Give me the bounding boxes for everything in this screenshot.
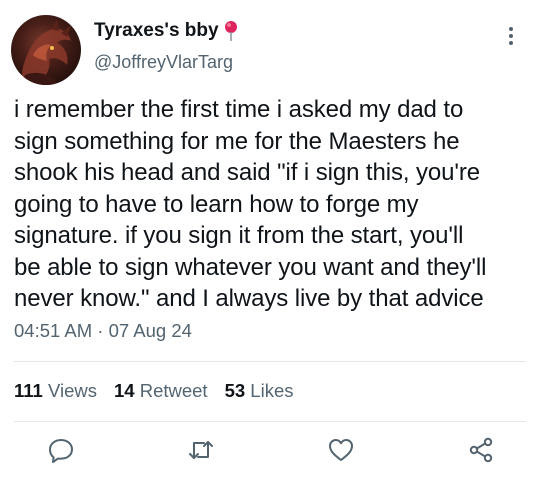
views-count: 111 (14, 380, 43, 401)
tweet-line: i remember the first time i asked my dad… (14, 96, 464, 123)
display-name-text: Tyraxes's bby (94, 20, 219, 41)
divider (14, 361, 526, 362)
pushpin-icon (223, 20, 239, 42)
share-icon[interactable] (467, 436, 495, 464)
action-bar (0, 436, 540, 472)
views-label: Views (47, 380, 97, 401)
tweet-text: i remember the first time i asked my dad… (14, 94, 530, 315)
views-stat[interactable]: 111 Views (14, 380, 97, 402)
retweet-label: Retweet (139, 380, 208, 401)
tweet-timestamp[interactable]: 04:51 AM · 07 Aug 24 (14, 320, 192, 342)
avatar[interactable] (11, 15, 81, 85)
tweet-line: be able to sign whatever you want and th… (14, 253, 487, 281)
reply-icon[interactable] (47, 436, 75, 464)
dragon-avatar-image (21, 19, 71, 85)
likes-stat[interactable]: 53 Likes (225, 380, 294, 402)
tweet-line: signature. if you sign it from the start… (14, 222, 464, 249)
retweet-icon[interactable] (187, 436, 215, 464)
retweet-stat[interactable]: 14 Retweet (114, 380, 208, 402)
retweet-count: 14 (113, 380, 135, 401)
tweet-line: sign something for me for the Maesters h… (14, 127, 460, 155)
author-handle[interactable]: @JoffreyVlarTarg (94, 52, 233, 73)
tweet-line: never know." and I always live by that a… (14, 285, 484, 312)
likes-label: Likes (250, 380, 294, 401)
divider (14, 421, 526, 422)
author-display-name[interactable]: Tyraxes's bby (94, 20, 239, 42)
heart-icon[interactable] (327, 436, 355, 464)
tweet-card: Tyraxes's bby @JoffreyVlarTarg i remembe… (0, 0, 540, 490)
likes-count: 53 (224, 380, 246, 401)
more-vertical-icon[interactable] (503, 24, 519, 48)
tweet-line: shook his head and said "if i sign this,… (14, 159, 481, 186)
tweet-line: going to have to learn how to forge my (14, 190, 419, 218)
tweet-stats: 111 Views 14 Retweet 53 Likes (14, 380, 311, 402)
